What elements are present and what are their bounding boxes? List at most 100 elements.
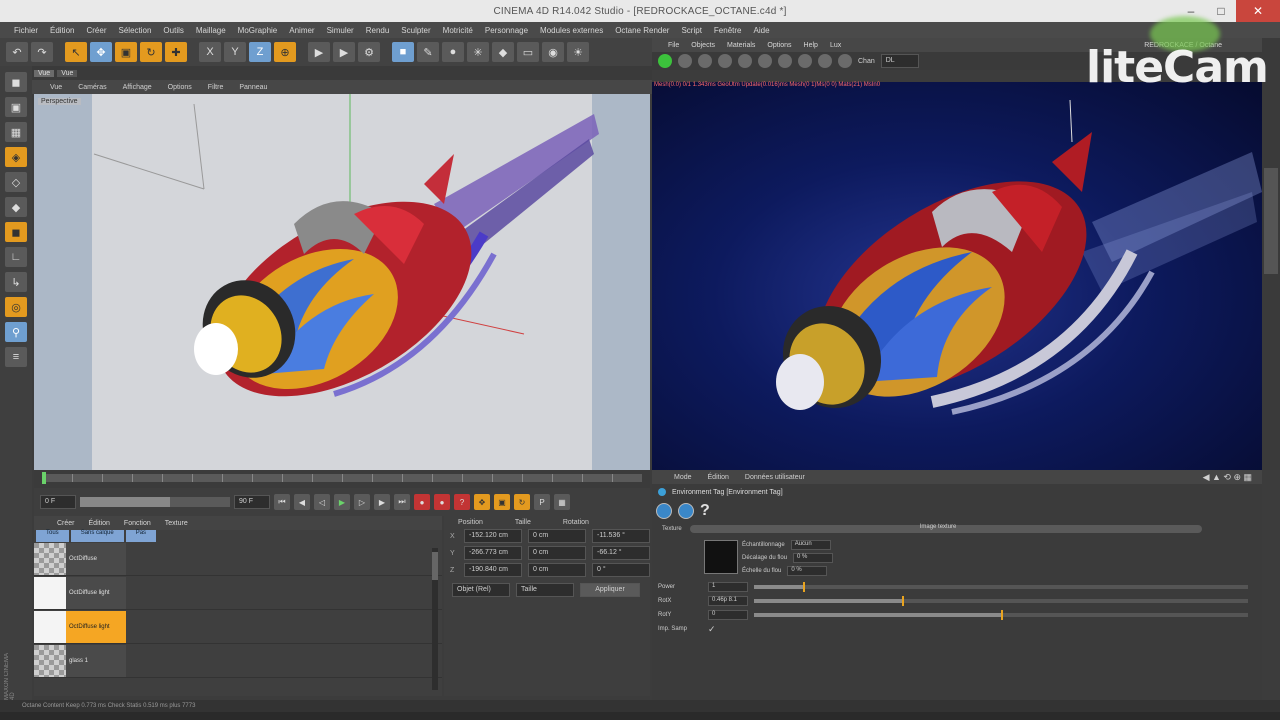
material-tab[interactable]: Tous bbox=[36, 530, 69, 542]
position-z-field[interactable]: -190.840 cm bbox=[464, 563, 522, 577]
prop-field[interactable]: 0 % bbox=[787, 566, 828, 576]
size-x-field[interactable]: 0 cm bbox=[528, 529, 586, 543]
menu-character[interactable]: Personnage bbox=[479, 26, 534, 35]
pick-material-icon[interactable] bbox=[838, 54, 852, 68]
key-position-icon[interactable]: ✥ bbox=[474, 494, 490, 510]
sphere-icon[interactable] bbox=[778, 54, 792, 68]
points-mode-icon[interactable]: ◇ bbox=[5, 172, 27, 192]
checkbox-icon[interactable]: ✓ bbox=[708, 624, 716, 635]
start-frame-field[interactable]: 0 F bbox=[40, 495, 76, 509]
viewport-menu-item[interactable]: Filtre bbox=[200, 84, 232, 91]
viewport-menu-item[interactable]: Vue bbox=[42, 84, 70, 91]
autokey-icon[interactable]: ● bbox=[434, 494, 450, 510]
restart-icon[interactable] bbox=[678, 54, 692, 68]
render-picture-icon[interactable]: ▶ bbox=[333, 42, 355, 62]
axis-x-icon[interactable]: X bbox=[199, 42, 221, 62]
environment-alt-icon[interactable] bbox=[678, 503, 694, 519]
attribute-tab[interactable]: Données utilisateur bbox=[737, 474, 813, 481]
spline-icon[interactable]: ✎ bbox=[417, 42, 439, 62]
material-menu-item[interactable]: Édition bbox=[82, 520, 117, 527]
redo-icon[interactable]: ↷ bbox=[31, 42, 53, 62]
viewport-menu-item[interactable]: Caméras bbox=[70, 84, 114, 91]
timeline-track[interactable] bbox=[42, 474, 642, 482]
apply-button[interactable]: Appliquer bbox=[580, 583, 640, 597]
size-z-field[interactable]: 0 cm bbox=[528, 563, 586, 577]
menu-animate[interactable]: Animer bbox=[283, 26, 320, 35]
param-field[interactable]: 0 bbox=[708, 610, 748, 620]
region-icon[interactable] bbox=[758, 54, 772, 68]
param-slider[interactable] bbox=[754, 596, 1248, 606]
timeline-ruler[interactable] bbox=[34, 470, 650, 488]
menu-edit[interactable]: Édition bbox=[44, 26, 80, 35]
object-mode-dropdown[interactable]: Objet (Rel) bbox=[452, 583, 510, 597]
coord-system-icon[interactable]: ⊕ bbox=[274, 42, 296, 62]
axis-y-icon[interactable]: Y bbox=[224, 42, 246, 62]
menu-file[interactable]: Fichier bbox=[8, 26, 44, 35]
cube-icon[interactable]: ■ bbox=[392, 42, 414, 62]
prev-key-icon[interactable]: ◀ bbox=[294, 494, 310, 510]
param-field[interactable]: 1 bbox=[708, 582, 748, 592]
layout-icon[interactable]: ⚲ bbox=[5, 322, 27, 342]
material-item[interactable]: OctDiffuse light bbox=[34, 610, 442, 644]
param-slider[interactable] bbox=[754, 582, 1248, 592]
menu-motion[interactable]: Motricité bbox=[437, 26, 479, 35]
light-icon[interactable]: ☀ bbox=[567, 42, 589, 62]
close-button[interactable]: ✕ bbox=[1236, 0, 1280, 22]
deformer-icon[interactable]: ◆ bbox=[492, 42, 514, 62]
param-slider[interactable] bbox=[754, 610, 1248, 620]
nurbs-icon[interactable]: ● bbox=[442, 42, 464, 62]
size-y-field[interactable]: 0 cm bbox=[528, 546, 586, 560]
animation-icon[interactable]: ◎ bbox=[5, 297, 27, 317]
attribute-tab[interactable]: Mode bbox=[666, 474, 700, 481]
texture-mode-icon[interactable]: ▦ bbox=[5, 122, 27, 142]
menu-render[interactable]: Rendu bbox=[360, 26, 396, 35]
texture-thumbnail[interactable] bbox=[704, 540, 738, 574]
menu-create[interactable]: Créer bbox=[80, 26, 112, 35]
environment-icon[interactable] bbox=[656, 503, 672, 519]
menu-window[interactable]: Fenêtre bbox=[708, 26, 748, 35]
size-mode-dropdown[interactable]: Taille bbox=[516, 583, 574, 597]
help-icon[interactable]: ? bbox=[700, 502, 710, 520]
menu-octane[interactable]: Octane Render bbox=[609, 26, 675, 35]
renderer-menu-item[interactable]: Lux bbox=[824, 42, 847, 49]
pick-focus-icon[interactable] bbox=[818, 54, 832, 68]
prev-frame-icon[interactable]: ◁ bbox=[314, 494, 330, 510]
key-param-icon[interactable]: P bbox=[534, 494, 550, 510]
renderer-menu-item[interactable]: Options bbox=[761, 42, 797, 49]
prop-field[interactable]: 0 % bbox=[793, 553, 834, 563]
render-canvas[interactable] bbox=[652, 82, 1262, 470]
menu-tools[interactable]: Outils bbox=[157, 26, 189, 35]
viewport-menu-item[interactable]: Options bbox=[160, 84, 200, 91]
pause-icon[interactable] bbox=[698, 54, 712, 68]
menu-script[interactable]: Script bbox=[675, 26, 707, 35]
menu-simulate[interactable]: Simuler bbox=[321, 26, 360, 35]
param-field[interactable]: 0.46p 8.1 bbox=[708, 596, 748, 606]
channel-dropdown[interactable]: DL bbox=[880, 54, 919, 68]
material-item[interactable]: OctDiffuse light bbox=[34, 576, 442, 610]
next-frame-icon[interactable]: ▷ bbox=[354, 494, 370, 510]
goto-start-icon[interactable]: ⏮ bbox=[274, 494, 290, 510]
playhead[interactable] bbox=[42, 472, 46, 484]
rotate-icon[interactable]: ↻ bbox=[140, 42, 162, 62]
send-scene-icon[interactable] bbox=[658, 54, 672, 68]
material-menu-item[interactable]: Texture bbox=[158, 520, 195, 527]
attribute-tab[interactable]: Édition bbox=[700, 474, 737, 481]
live-select-icon[interactable]: ↖ bbox=[65, 42, 87, 62]
key-scale-icon[interactable]: ▣ bbox=[494, 494, 510, 510]
key-rotation-icon[interactable]: ↻ bbox=[514, 494, 530, 510]
viewport-tab[interactable]: Vue bbox=[34, 69, 55, 77]
rotation-h-field[interactable]: -11.536 ° bbox=[592, 529, 650, 543]
prop-field[interactable]: Aucun bbox=[790, 540, 831, 550]
stop-icon[interactable] bbox=[718, 54, 732, 68]
rotation-b-field[interactable]: 0 ° bbox=[592, 563, 650, 577]
play-icon[interactable]: ▶ bbox=[334, 494, 350, 510]
viewport-menu-item[interactable]: Affichage bbox=[115, 84, 160, 91]
material-tab[interactable]: Pas bbox=[125, 530, 157, 542]
axis-mode-icon[interactable]: ↳ bbox=[5, 272, 27, 292]
material-menu-item[interactable]: Créer bbox=[50, 520, 82, 527]
image-texture-bar[interactable]: Image texture bbox=[689, 524, 1202, 533]
menu-sculpt[interactable]: Sculpter bbox=[395, 26, 436, 35]
renderer-menu-item[interactable]: Help bbox=[798, 42, 824, 49]
keyframe-icon[interactable]: ? bbox=[454, 494, 470, 510]
model-mode-icon[interactable]: ◼ bbox=[5, 72, 27, 92]
